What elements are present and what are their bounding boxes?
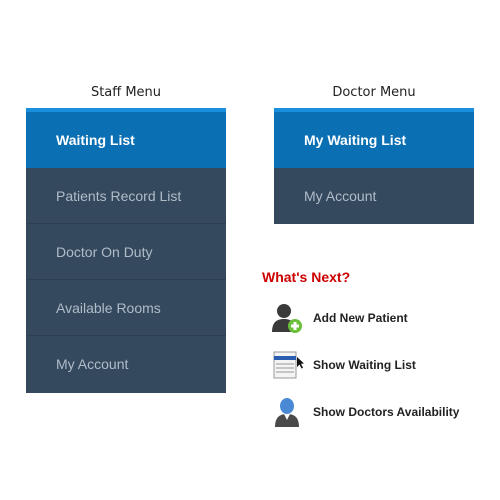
staff-menu-item-patients-record-list[interactable]: Patients Record List	[26, 168, 226, 224]
add-new-patient-link[interactable]: Add New Patient	[270, 301, 408, 335]
show-waiting-list-label: Show Waiting List	[313, 358, 416, 372]
list-icon	[270, 348, 304, 382]
add-user-icon	[270, 301, 304, 335]
staff-menu-item-doctor-on-duty[interactable]: Doctor On Duty	[26, 224, 226, 280]
show-waiting-list-link[interactable]: Show Waiting List	[270, 348, 416, 382]
doctor-menu-item-my-waiting-list[interactable]: My Waiting List	[274, 112, 474, 168]
staff-menu-caption: Staff Menu	[90, 85, 162, 100]
show-doctors-availability-label: Show Doctors Availability	[313, 405, 460, 419]
doctor-menu-item-my-account[interactable]: My Account	[274, 168, 474, 224]
staff-menu-item-waiting-list[interactable]: Waiting List	[26, 112, 226, 168]
doctor-menu-caption: Doctor Menu	[332, 85, 416, 100]
staff-menu-item-available-rooms[interactable]: Available Rooms	[26, 280, 226, 336]
show-doctors-availability-link[interactable]: Show Doctors Availability	[270, 395, 459, 429]
doctor-menu: My Waiting List My Account	[274, 108, 474, 224]
add-new-patient-label: Add New Patient	[313, 311, 408, 325]
whats-next-title: What's Next?	[262, 269, 351, 285]
staff-menu-item-my-account[interactable]: My Account	[26, 336, 226, 392]
staff-menu: Waiting List Patients Record List Doctor…	[26, 108, 226, 393]
doctor-icon	[270, 395, 304, 429]
